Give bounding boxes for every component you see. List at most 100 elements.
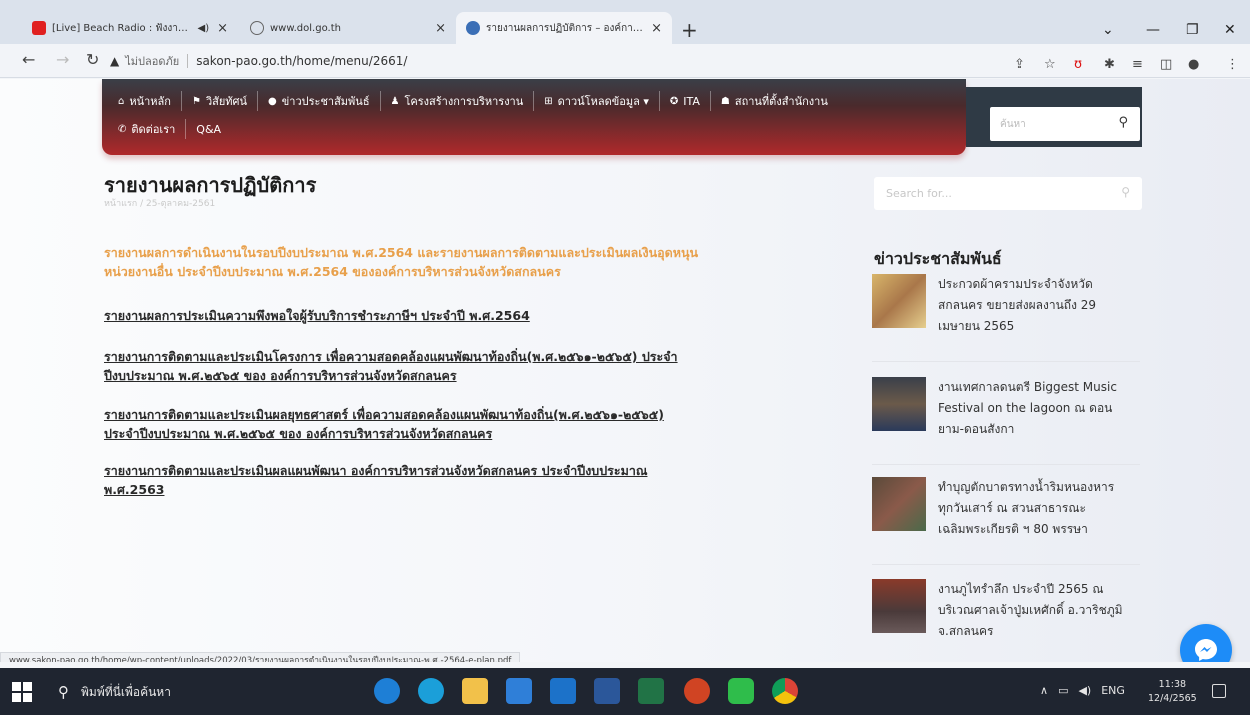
document-link-plan-2563[interactable]: รายงานการติดตามและประเมินผลแผนพัฒนา องค์… [104,461,647,499]
word-icon[interactable] [594,678,620,704]
warning-icon[interactable]: ▲ [110,54,119,68]
nav-label: Q&A [196,122,222,136]
news-item[interactable]: งานภูไทรำลึก ประจำปี 2565 ณบริเวณศาลเจ้า… [872,579,1140,662]
windows-start-icon[interactable] [12,682,32,702]
status-bar-url: www.sakon-pao.go.th/home/wp-content/uplo… [0,652,521,662]
header-search-input[interactable]: ค้นหา ⚲ [990,107,1140,141]
news-thumbnail[interactable] [872,377,926,431]
divider [187,54,189,68]
nav-label: หน้าหลัก [129,95,171,108]
tab-beach-radio[interactable]: [Live] Beach Radio : ฟังงาน ก ◀) × [22,12,238,44]
more-menu-icon[interactable]: ⋮ [1226,57,1239,72]
document-link-satisfaction-2564[interactable]: รายงานผลการประเมินความพึงพอใจผู้รับบริกา… [104,306,530,325]
nav-label: สถานที่ตั้งสำนักงาน [734,95,828,108]
tab-title: รายงานผลการปฏิบัติการ – องค์การบริ [486,22,644,34]
extension-u-icon[interactable]: ʊ [1074,57,1082,72]
close-tab-icon[interactable]: × [435,21,446,36]
nav-news[interactable]: ● ข่าวประชาสัมพันธ์ [258,91,381,111]
breadcrumb: หน้าแรก / 25-ตุลาคม-2561 [104,199,216,209]
profile-icon[interactable]: ● [1188,57,1199,72]
home-icon: ⌂ [118,95,125,107]
ie-icon[interactable] [374,678,400,704]
nav-ita[interactable]: ✪ ITA [660,91,711,111]
nav-label: ข่าวประชาสัมพันธ์ [281,95,370,108]
taskbar-search[interactable]: ⚲ พิมพ์ที่นี่เพื่อค้นหา [48,676,348,708]
sitemap-icon: ⊞ [544,95,553,107]
link-line: พ.ศ.2563 [104,482,165,497]
search-icon[interactable]: ⚲ [1118,115,1128,130]
speaker-icon[interactable]: ◀) [198,23,210,34]
nav-structure[interactable]: ♟ โครงสร้างการบริหารงาน [381,91,535,111]
minimize-button[interactable]: — [1146,22,1160,38]
site-logo-icon [466,21,480,35]
nav-home[interactable]: ⌂ หน้าหลัก [114,91,182,111]
sidebar-search-input[interactable]: Search for... ⚲ [874,177,1142,210]
nav-vision[interactable]: ⚑ วิสัยทัศน์ [182,91,259,111]
restore-button[interactable]: ❐ [1186,22,1199,38]
nav-label: ITA [683,94,700,108]
user-icon: ♟ [390,95,400,107]
nav-location[interactable]: ☗ สถานที่ตั้งสำนักงาน [711,91,838,111]
info-icon: ● [268,95,277,107]
news-item[interactable]: ทำบุญตักบาตรทางน้ำริมหนองหาร ทุกวันเสาร์ … [872,477,1140,565]
store-icon[interactable] [506,678,532,704]
news-item[interactable]: งานเทศกาลดนตรี Biggest Music Festival on … [872,377,1140,465]
close-window-button[interactable]: ✕ [1224,22,1236,38]
close-tab-icon[interactable]: × [217,21,228,36]
document-link-strategy-evaluation[interactable]: รายงานการติดตามและประเมินผลยุทธศาสตร์ เพ… [104,405,664,443]
extensions-puzzle-icon[interactable]: ✱ [1104,57,1115,72]
news-heading: ข่าวประชาสัมพันธ์ [874,249,1002,268]
news-thumbnail[interactable] [872,477,926,531]
document-link-project-evaluation[interactable]: รายงานการติดตามและประเมินโครงการ เพื่อคว… [104,347,678,385]
url-text[interactable]: sakon-pao.go.th/home/menu/2661/ [196,54,407,68]
search-placeholder: ค้นหา [1000,118,1026,130]
news-thumbnail[interactable] [872,274,926,328]
address-bar[interactable]: ▲ ไม่ปลอดภัย sakon-pao.go.th/home/menu/2… [110,48,990,74]
thumbs-up-icon: ☗ [720,95,730,107]
language-indicator[interactable]: ENG [1101,684,1125,697]
news-title[interactable]: ทำบุญตักบาตรทางน้ำริมหนองหาร ทุกวันเสาร์ … [938,477,1138,540]
file-explorer-icon[interactable] [462,678,488,704]
browser-tab-strip: [Live] Beach Radio : ฟังงาน ก ◀) × www.d… [0,0,1250,44]
divider [872,361,1140,362]
powerpoint-icon[interactable] [684,678,710,704]
notification-icon[interactable] [1212,684,1226,698]
back-button[interactable]: ← [22,50,35,69]
nav-contact[interactable]: ✆ ติดต่อเรา [114,119,187,139]
search-icon[interactable]: ⚲ [1121,185,1130,199]
side-panel-icon[interactable]: ◫ [1160,57,1172,72]
link-line: รายงานผลการประเมินความพึงพอใจผู้รับบริกา… [104,308,530,323]
nav-qa[interactable]: Q&A [186,119,231,139]
volume-icon[interactable]: ◀) [1078,684,1091,697]
messenger-chat-button[interactable] [1180,624,1232,662]
news-title[interactable]: ประกวดผ้าครามประจำจังหวัด สกลนคร ขยายส่งผ… [938,274,1138,337]
nav-download[interactable]: ⊞ ดาวน์โหลดข้อมูล ▾ [534,91,660,111]
reload-button[interactable]: ↻ [86,50,99,69]
chevron-up-icon[interactable]: ∧ [1040,684,1048,697]
news-title[interactable]: งานเทศกาลดนตรี Biggest Music Festival on … [938,377,1138,440]
chrome-icon[interactable] [772,678,798,704]
new-tab-button[interactable]: + [681,18,698,42]
news-thumbnail[interactable] [872,579,926,633]
tab-active-report[interactable]: รายงานผลการปฏิบัติการ – องค์การบริ × [456,12,672,44]
news-item[interactable]: ประกวดผ้าครามประจำจังหวัด สกลนคร ขยายส่งผ… [872,274,1140,362]
line-icon[interactable] [728,678,754,704]
document-link-eplan-2564[interactable]: รายงานผลการดำเนินงานในรอบปีงบประมาณ พ.ศ.… [104,243,698,281]
share-icon[interactable]: ⇪ [1014,57,1025,72]
news-title[interactable]: งานภูไทรำลึก ประจำปี 2565 ณบริเวณศาลเจ้า… [938,579,1138,642]
tab-search-icon[interactable]: ⌄ [1102,22,1114,38]
excel-icon[interactable] [638,678,664,704]
bookmark-star-icon[interactable]: ☆ [1044,57,1056,72]
clock[interactable]: 11:38 12/4/2565 [1148,678,1197,706]
network-icon[interactable]: ▭ [1058,684,1068,697]
close-tab-icon[interactable]: × [651,21,662,36]
tab-dol[interactable]: www.dol.go.th × [240,12,456,44]
system-tray: ∧ ▭ ◀) ENG [1040,684,1125,697]
forward-button[interactable]: → [56,50,69,69]
mail-icon[interactable] [550,678,576,704]
nav-label: วิสัยทัศน์ [205,95,248,108]
reading-list-icon[interactable]: ≡ [1132,57,1143,72]
edge-icon[interactable] [418,678,444,704]
security-label[interactable]: ไม่ปลอดภัย [125,52,179,70]
link-line: รายงานผลการดำเนินงานในรอบปีงบประมาณ พ.ศ.… [104,245,699,260]
